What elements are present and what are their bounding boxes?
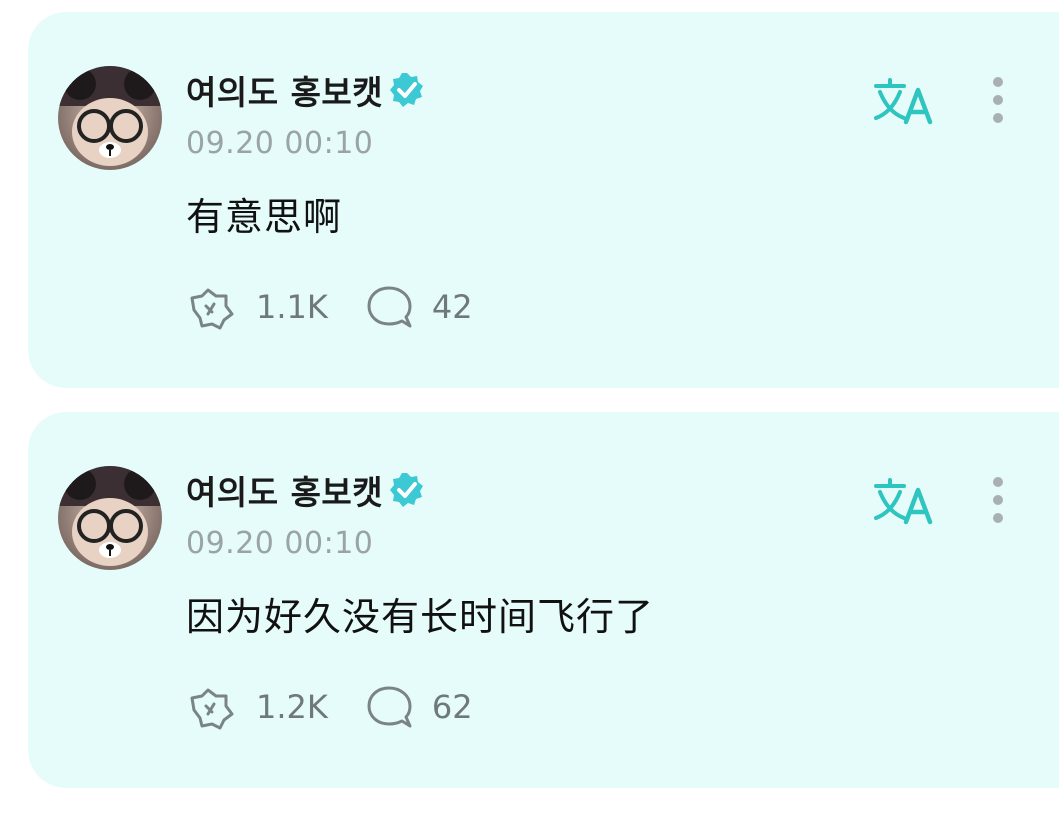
reply-button[interactable]: 62 [364, 684, 473, 730]
post-content: 有意思啊 [186, 195, 343, 239]
post-actions: 1.2K 62 [186, 684, 473, 730]
post-timestamp: 09.20 00:10 [186, 126, 374, 161]
reaction-icon [186, 684, 236, 730]
author-row: 여의도 홍보캣 [186, 70, 427, 112]
translate-icon[interactable] [866, 72, 942, 128]
avatar[interactable] [58, 66, 162, 170]
post-card[interactable]: 여의도 홍보캣 09.20 00:10 因为好久没有长时间飞行了 1.2K 62 [28, 412, 1059, 788]
reply-button[interactable]: 42 [364, 284, 473, 330]
verified-badge-icon [387, 470, 427, 510]
reaction-count: 1.1K [256, 288, 328, 326]
reply-count: 42 [431, 288, 473, 326]
post-feed: 여의도 홍보캣 09.20 00:10 有意思啊 1.1K 42 여의도 홍보캣… [0, 0, 1059, 818]
reaction-button[interactable]: 1.1K [186, 284, 328, 330]
reaction-count: 1.2K [256, 688, 328, 726]
reply-bubble-icon [364, 284, 414, 330]
author-row: 여의도 홍보캣 [186, 470, 427, 512]
author-name[interactable]: 여의도 홍보캣 [186, 466, 383, 514]
reply-count: 62 [431, 688, 473, 726]
post-timestamp: 09.20 00:10 [186, 526, 374, 561]
translate-icon[interactable] [866, 472, 942, 528]
post-content: 因为好久没有长时间飞行了 [186, 595, 655, 639]
post-actions: 1.1K 42 [186, 284, 473, 330]
author-name[interactable]: 여의도 홍보캣 [186, 66, 383, 114]
more-vertical-icon[interactable] [980, 472, 1016, 532]
reply-bubble-icon [364, 684, 414, 730]
post-card[interactable]: 여의도 홍보캣 09.20 00:10 有意思啊 1.1K 42 [28, 12, 1059, 388]
more-vertical-icon[interactable] [980, 72, 1016, 132]
verified-badge-icon [387, 70, 427, 110]
reaction-button[interactable]: 1.2K [186, 684, 328, 730]
avatar[interactable] [58, 466, 162, 570]
reaction-icon [186, 284, 236, 330]
